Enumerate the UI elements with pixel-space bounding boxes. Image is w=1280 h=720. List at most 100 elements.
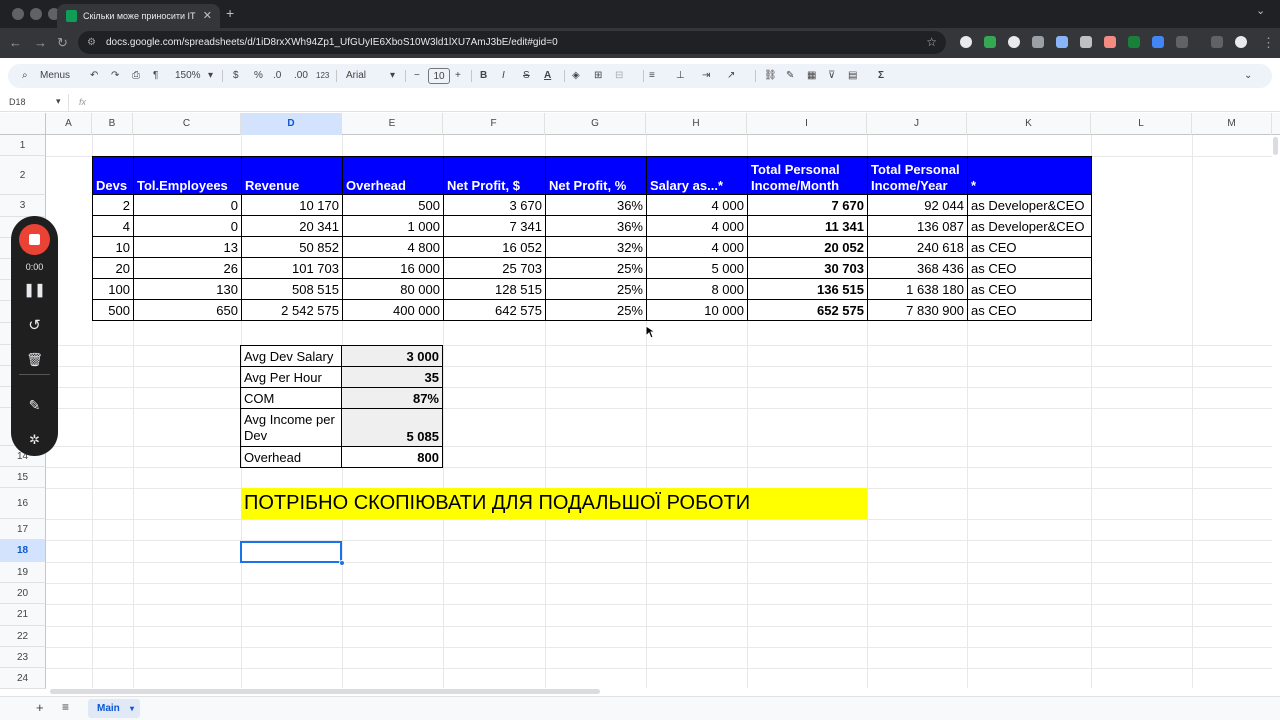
insert-comment-icon[interactable]: ✎ (786, 64, 794, 88)
cell[interactable]: 25% (545, 278, 647, 300)
site-info-icon[interactable]: ⚙ (87, 31, 96, 54)
reload-icon[interactable]: ↻ (57, 35, 68, 51)
cell[interactable]: 7 830 900 (867, 299, 968, 321)
currency-format-button[interactable]: $ (233, 64, 239, 88)
extension-icon[interactable] (960, 36, 972, 48)
cell[interactable]: 10 (92, 236, 134, 258)
chevron-down-icon[interactable]: ▾ (208, 64, 213, 88)
text-rotation-icon[interactable]: ↗ (727, 64, 735, 88)
cell[interactable]: 10 000 (646, 299, 748, 321)
row-header[interactable]: 22 (0, 626, 46, 647)
row-header[interactable]: 3 (0, 195, 46, 217)
bookmark-star-icon[interactable]: ☆ (926, 31, 937, 54)
extension-icon[interactable] (1104, 36, 1116, 48)
summary-label[interactable]: COM (240, 387, 342, 409)
cell[interactable]: 20 341 (241, 215, 343, 237)
selected-cell[interactable] (240, 541, 342, 563)
redo-icon[interactable]: ↷ (111, 64, 119, 88)
insert-chart-icon[interactable]: ▦ (807, 64, 816, 88)
row-header[interactable]: 1 (0, 135, 46, 156)
header-cell[interactable]: Net Profit, $ (443, 156, 546, 195)
header-cell[interactable]: Revenue (241, 156, 343, 195)
cell[interactable]: 4 000 (646, 215, 748, 237)
horizontal-scrollbar[interactable] (50, 689, 600, 694)
cell[interactable]: 1 638 180 (867, 278, 968, 300)
back-icon[interactable]: ← (9, 35, 22, 50)
decrease-font-size-icon[interactable]: − (414, 64, 420, 88)
horizontal-align-icon[interactable]: ≡ (649, 64, 655, 88)
chevron-down-icon[interactable]: ▾ (130, 699, 134, 718)
font-select[interactable]: Arial (346, 64, 366, 88)
row-header[interactable]: 20 (0, 583, 46, 604)
cell[interactable]: 4 000 (646, 194, 748, 216)
font-size-field[interactable]: 10 (428, 68, 450, 84)
cell[interactable]: 20 052 (747, 236, 868, 258)
cell[interactable]: 36% (545, 215, 647, 237)
all-sheets-icon[interactable]: ≡ (62, 700, 69, 714)
increase-decimal-button[interactable]: .00 (294, 64, 308, 88)
header-cell[interactable]: Total Personal Income/Month (747, 156, 868, 195)
column-header-k[interactable]: K (967, 113, 1091, 135)
header-cell[interactable]: Tol.Employees (133, 156, 242, 195)
cell[interactable]: 50 852 (241, 236, 343, 258)
cell[interactable]: 26 (133, 257, 242, 279)
cell[interactable]: 101 703 (241, 257, 343, 279)
header-cell[interactable]: Devs (92, 156, 134, 195)
chevron-down-icon[interactable]: ▾ (390, 64, 395, 88)
summary-value[interactable]: 35 (341, 366, 443, 388)
window-close-button[interactable] (12, 8, 24, 20)
summary-label[interactable]: Avg Per Hour (240, 366, 342, 388)
cell[interactable]: 5 000 (646, 257, 748, 279)
select-all-corner[interactable] (0, 113, 46, 135)
print-icon[interactable]: ⎙ (132, 64, 140, 88)
extension-icon[interactable] (1032, 36, 1044, 48)
cell[interactable]: 30 703 (747, 257, 868, 279)
insert-link-icon[interactable]: ⛓ (764, 64, 777, 88)
copy-notice-banner[interactable]: ПОТРІБНО СКОПІЮВАТИ ДЛЯ ПОДАЛЬШОЇ РОБОТИ (241, 488, 867, 519)
cell[interactable]: 1 000 (342, 215, 444, 237)
vertical-align-icon[interactable]: ⊥ (676, 64, 685, 88)
column-header-j[interactable]: J (867, 113, 967, 135)
row-header[interactable]: 23 (0, 647, 46, 668)
column-header-m[interactable]: M (1192, 113, 1272, 135)
percent-format-button[interactable]: % (254, 64, 263, 88)
merge-cells-icon[interactable]: ⊟ (615, 64, 623, 88)
extensions-puzzle-icon[interactable] (1176, 36, 1188, 48)
column-header-l[interactable]: L (1091, 113, 1192, 135)
cell[interactable]: 508 515 (241, 278, 343, 300)
sheet-tab-main[interactable]: Main ▾ (88, 699, 140, 718)
cell[interactable]: as CEO (967, 278, 1092, 300)
cell[interactable]: 7 341 (443, 215, 546, 237)
zoom-select[interactable]: 150% (175, 64, 201, 88)
new-tab-button[interactable]: + (226, 4, 234, 22)
tab-search-icon[interactable]: ⌄ (1256, 4, 1265, 17)
delete-icon[interactable]: 🗑 (11, 352, 58, 368)
cell[interactable]: 25% (545, 299, 647, 321)
forward-icon[interactable]: → (34, 35, 47, 50)
undo-icon[interactable]: ↶ (90, 64, 98, 88)
extension-icon[interactable] (984, 36, 996, 48)
header-cell[interactable]: Salary as...* (646, 156, 748, 195)
cell[interactable]: as CEO (967, 299, 1092, 321)
column-header-g[interactable]: G (545, 113, 646, 135)
cell[interactable]: 80 000 (342, 278, 444, 300)
search-icon[interactable]: ⌕ (22, 64, 28, 88)
summary-label[interactable]: Avg Dev Salary (240, 345, 342, 367)
column-header-a[interactable]: A (46, 113, 92, 135)
extension-icon[interactable] (1008, 36, 1020, 48)
cell[interactable]: 652 575 (747, 299, 868, 321)
cell[interactable]: 136 515 (747, 278, 868, 300)
text-wrapping-icon[interactable]: ⇥ (702, 64, 710, 88)
cell[interactable]: 13 (133, 236, 242, 258)
cell[interactable]: as Developer&CEO (967, 194, 1092, 216)
header-cell[interactable]: Overhead (342, 156, 444, 195)
cell[interactable]: 25 703 (443, 257, 546, 279)
extension-icon[interactable] (1128, 36, 1140, 48)
extension-icon[interactable] (1056, 36, 1068, 48)
row-header[interactable]: 16 (0, 488, 46, 519)
cell[interactable]: 240 618 (867, 236, 968, 258)
cell[interactable]: as Developer&CEO (967, 215, 1092, 237)
filter-views-icon[interactable]: ▤ (848, 64, 857, 88)
url-field[interactable]: ⚙ docs.google.com/spreadsheets/d/1iD8rxX… (78, 31, 946, 54)
fill-color-icon[interactable]: ◈ (572, 64, 580, 88)
